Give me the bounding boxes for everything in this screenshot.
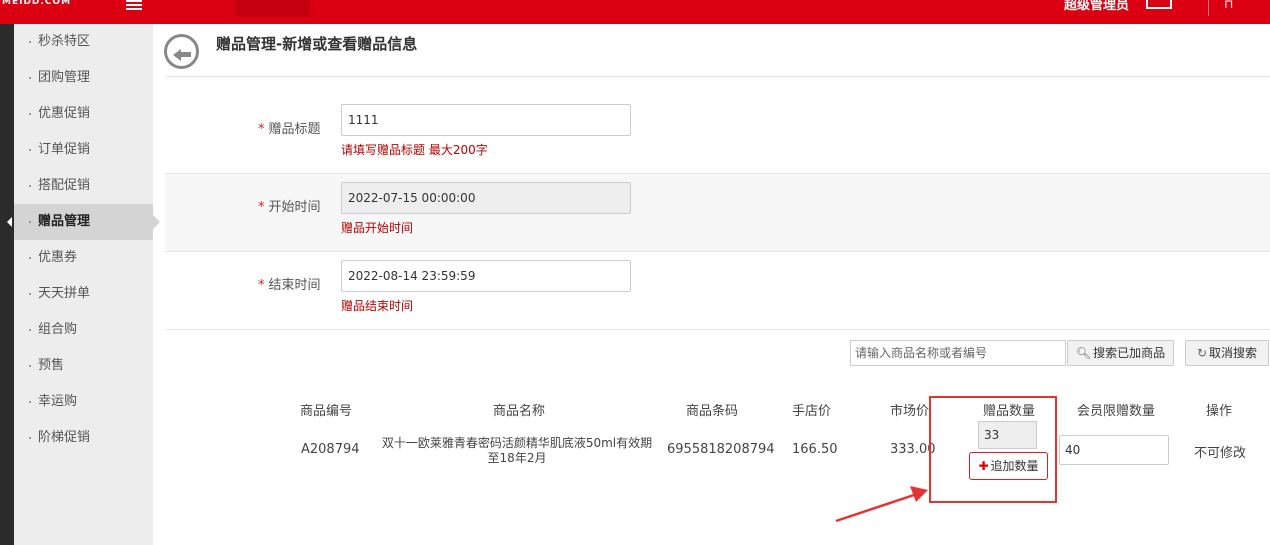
member-limit-input[interactable] bbox=[1059, 435, 1169, 465]
menu-toggle-icon[interactable] bbox=[126, 0, 142, 10]
sidebar-item-label: 组合购 bbox=[38, 322, 78, 337]
cancel-search-button[interactable]: ↻ 取消搜索 bbox=[1185, 340, 1269, 366]
gift-title-label-text: 赠品标题 bbox=[268, 122, 321, 137]
form-row-end: *结束时间 赠品结束时间 bbox=[165, 252, 1270, 330]
col-header-name: 商品名称 bbox=[493, 404, 546, 419]
sidebar-item-daily-group[interactable]: 天天拼单 bbox=[14, 276, 153, 312]
end-time-label: * 结束时间 bbox=[258, 274, 321, 293]
cell-barcode: 6955818208794 bbox=[667, 442, 775, 457]
top-bar: MEIDD.COM 超级管理员 ⊓ bbox=[0, 0, 1270, 24]
end-time-label-text: 结束时间 bbox=[268, 278, 321, 293]
admin-name[interactable]: 超级管理员 bbox=[1064, 0, 1129, 13]
sidebar-item-label: 秒杀特区 bbox=[38, 34, 91, 49]
gift-title-hint: 请填写赠品标题 最大200字 bbox=[341, 143, 488, 157]
sidebar-caret-icon bbox=[7, 217, 12, 227]
sidebar-item-discount[interactable]: 优惠促销 bbox=[14, 96, 153, 132]
sidebar-item-label: 优惠券 bbox=[38, 250, 78, 265]
start-time-label: * 开始时间 bbox=[258, 196, 321, 215]
sidebar-item-presale[interactable]: 预售 bbox=[14, 348, 153, 384]
sidebar-item-order-promo[interactable]: 订单促销 bbox=[14, 132, 153, 168]
required-star: * bbox=[258, 122, 265, 137]
back-arrow-icon[interactable] bbox=[164, 34, 199, 69]
sidebar-item-label: 优惠促销 bbox=[38, 106, 91, 121]
cell-product-name: 双十一欧莱雅青春密码活颜精华肌底液50ml有效期至18年2月 bbox=[381, 436, 653, 465]
annotation-arrow-icon bbox=[835, 486, 928, 523]
end-time-input[interactable] bbox=[341, 260, 631, 292]
cell-shop-price: 166.50 bbox=[792, 442, 838, 457]
sidebar-item-label: 订单促销 bbox=[38, 142, 91, 157]
start-time-label-text: 开始时间 bbox=[268, 200, 321, 215]
sidebar-item-label: 赠品管理 bbox=[38, 214, 91, 229]
sidebar-item-gift-management[interactable]: 赠品管理 bbox=[14, 204, 160, 240]
product-search-input[interactable] bbox=[850, 340, 1066, 366]
search-icon: 🔍︎ bbox=[1075, 346, 1092, 360]
start-time-hint: 赠品开始时间 bbox=[341, 221, 414, 235]
search-button-label: 搜索已加商品 bbox=[1093, 346, 1166, 360]
sidebar-item-label: 幸运购 bbox=[38, 394, 78, 409]
col-header-shop-price: 手店价 bbox=[792, 404, 832, 419]
cancel-button-label: 取消搜索 bbox=[1209, 346, 1258, 360]
highlight-box bbox=[929, 396, 1057, 503]
title-divider bbox=[165, 76, 1270, 77]
form-row-start: *开始时间 赠品开始时间 bbox=[165, 174, 1270, 252]
logo-text: MEIDD.COM bbox=[2, 0, 72, 7]
sidebar-item-lucky-buy[interactable]: 幸运购 bbox=[14, 384, 153, 420]
sidebar-item-bundle-promo[interactable]: 搭配促销 bbox=[14, 168, 153, 204]
sidebar-item-group-buy[interactable]: 团购管理 bbox=[14, 60, 153, 96]
col-header-code: 商品编号 bbox=[300, 404, 353, 419]
sidebar-item-label: 预售 bbox=[38, 358, 65, 373]
sidebar-item-label: 团购管理 bbox=[38, 70, 91, 85]
sidebar-item-label: 天天拼单 bbox=[38, 286, 91, 301]
col-header-member-limit: 会员限赠数量 bbox=[1077, 404, 1156, 419]
sidebar-item-combo-buy[interactable]: 组合购 bbox=[14, 312, 153, 348]
end-time-hint: 赠品结束时间 bbox=[341, 299, 414, 313]
sidebar-menu: 秒杀特区 团购管理 优惠促销 订单促销 搭配促销 赠品管理 优惠券 天天拼单 组… bbox=[14, 24, 160, 545]
top-divider bbox=[1208, 0, 1209, 16]
cell-action: 不可修改 bbox=[1194, 446, 1247, 461]
sidebar-item-tier-promo[interactable]: 阶梯促销 bbox=[14, 420, 153, 456]
row-divider bbox=[165, 329, 1270, 330]
gift-title-input[interactable] bbox=[341, 104, 631, 136]
sidebar: 秒杀特区 团购管理 优惠促销 订单促销 搭配促销 赠品管理 优惠券 天天拼单 组… bbox=[0, 24, 160, 545]
search-added-products-button[interactable]: 🔍︎ 搜索已加商品 bbox=[1067, 340, 1174, 366]
form-row-title: *赠品标题 请填写赠品标题 最大200字 bbox=[165, 96, 1270, 174]
start-time-input[interactable] bbox=[341, 182, 631, 214]
col-header-market-price: 市场价 bbox=[890, 404, 930, 419]
col-header-action: 操作 bbox=[1206, 404, 1233, 419]
cell-product-code: A208794 bbox=[301, 442, 360, 457]
sidebar-item-label: 阶梯促销 bbox=[38, 430, 91, 445]
logo[interactable]: MEIDD.COM bbox=[2, 0, 71, 8]
top-nav-tab[interactable] bbox=[235, 0, 310, 17]
gift-title-label: * 赠品标题 bbox=[258, 118, 321, 137]
page-title: 赠品管理-新增或查看赠品信息 bbox=[216, 35, 418, 53]
sidebar-item-coupon[interactable]: 优惠券 bbox=[14, 240, 153, 276]
required-star: * bbox=[258, 200, 265, 215]
refresh-icon: ↻ bbox=[1196, 346, 1208, 360]
admin-avatar-icon[interactable] bbox=[1146, 0, 1172, 9]
sidebar-item-label: 搭配促销 bbox=[38, 178, 91, 193]
col-header-barcode: 商品条码 bbox=[686, 404, 739, 419]
required-star: * bbox=[258, 278, 265, 293]
sidebar-item-seckill[interactable]: 秒杀特区 bbox=[14, 24, 153, 60]
cart-icon[interactable]: ⊓ bbox=[1224, 0, 1233, 11]
